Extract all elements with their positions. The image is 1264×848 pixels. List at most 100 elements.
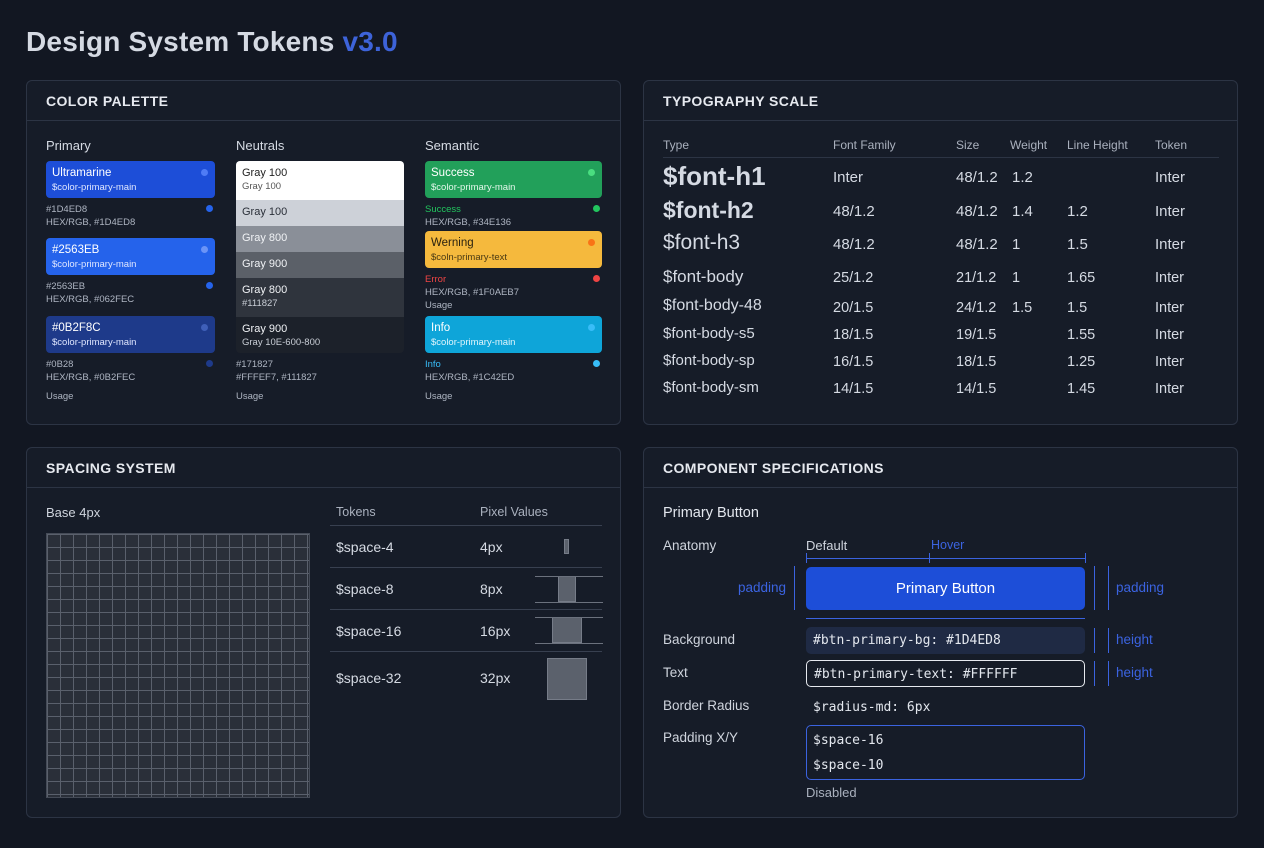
- swatch-name: Ultramarine: [52, 167, 112, 179]
- info-hex: HEX/RGB, #1C42ED: [425, 372, 515, 383]
- swatch-hex: #2563EB: [46, 281, 86, 292]
- th-token: Token: [1155, 138, 1188, 152]
- swatch-ultramarine[interactable]: Ultramarine $color-primary-main: [46, 161, 215, 198]
- height-guide: [1108, 661, 1109, 686]
- swatch-name: #2563EB: [52, 244, 100, 256]
- primary-column-title: Primary: [46, 138, 91, 153]
- type-cell-weight: 1.5: [1012, 299, 1033, 316]
- width-guide: [806, 618, 1085, 619]
- type-cell-weight: 1: [1012, 236, 1021, 253]
- space-token: $space-4: [336, 539, 394, 555]
- padding-right-annotation: padding: [1116, 580, 1165, 595]
- type-cell-token: Inter: [1155, 168, 1186, 186]
- swatch-rgb: HEX/RGB, #1D4ED8: [46, 217, 136, 228]
- guide-tick: [1085, 553, 1086, 563]
- spacing-base: Base 4px: [46, 505, 101, 520]
- neutral-gray-900[interactable]: Gray 900: [236, 252, 404, 278]
- type-cell-token: Inter: [1155, 299, 1185, 316]
- space-value: 8px: [480, 581, 503, 597]
- type-cell-size: 21/1.2: [956, 270, 997, 287]
- neutrals-usage-label: Usage: [236, 391, 264, 402]
- swatch-success[interactable]: Success $color-primary-main: [425, 161, 602, 198]
- neutral-gray-100b[interactable]: Gray 100: [236, 200, 404, 226]
- typography-panel: TYPOGRAPHY SCALE Type Font Family Size W…: [643, 80, 1238, 425]
- status-dot-icon: [206, 205, 213, 212]
- error-meta: Error HEX/RGB, #1F0AEB7 Usage: [425, 273, 519, 312]
- spacing-title: SPACING SYSTEM: [27, 448, 620, 488]
- swatch-hex: #1D4ED8: [46, 204, 88, 215]
- status-dot-icon: [593, 360, 600, 367]
- swatch-token: $color-primary-main: [431, 182, 516, 193]
- primary-button-preview[interactable]: Primary Button: [806, 567, 1085, 610]
- success-hex: HEX/RGB, #34E136: [425, 217, 512, 228]
- neutral-sub: #111827: [242, 298, 278, 309]
- padding-guide: [794, 566, 795, 610]
- page-title-text: Design System Tokens: [26, 26, 335, 57]
- neutral-gray-900b[interactable]: Gray 900 Gray 10E-600-800: [236, 317, 404, 353]
- swatch-meta: #0B28 HEX/RGB, #0B2FEC: [46, 358, 135, 384]
- neutral-gray-800[interactable]: Gray 800: [236, 226, 404, 252]
- neutrals-meta-line2: #FFFEF7, #111827: [236, 372, 317, 383]
- swatch-dot-icon: [588, 324, 595, 331]
- swatch-warning[interactable]: Werning $coln-primary-text: [425, 231, 602, 268]
- primary-usage-label: Usage: [46, 391, 74, 402]
- padding-guide: [1094, 566, 1095, 610]
- bg-token-field[interactable]: #btn-primary-bg: #1D4ED8: [806, 627, 1085, 654]
- status-dot-icon: [593, 205, 600, 212]
- swatch-rgb: HEX/RGB, #062FEC: [46, 294, 135, 305]
- swatch-dot-icon: [588, 239, 595, 246]
- type-cell-size: 18/1.5: [956, 354, 997, 371]
- space-value: 4px: [480, 539, 503, 555]
- anatomy-label: Anatomy: [663, 538, 717, 553]
- component-panel: COMPONENT SPECIFICATIONS Primary Button …: [643, 447, 1238, 818]
- padding-left-annotation: padding: [738, 580, 787, 595]
- swatch-token: $color-primary-main: [52, 337, 137, 348]
- type-cell-type: $font-body-sm: [663, 379, 759, 396]
- success-meta: Success HEX/RGB, #34E136: [425, 203, 511, 229]
- type-cell-size: 19/1.5: [956, 327, 997, 344]
- swatch-0b2f8c[interactable]: #0B2F8C $color-primary-main: [46, 316, 215, 353]
- success-label: Success: [425, 204, 461, 215]
- type-cell-size: 48/1.2: [956, 203, 998, 220]
- th-family: Font Family: [833, 138, 896, 152]
- swatch-info[interactable]: Info $color-primary-main: [425, 316, 602, 353]
- swatch-name: Werning: [431, 237, 474, 249]
- text-token-field[interactable]: #btn-primary-text: #FFFFFF: [806, 660, 1085, 687]
- neutral-sub: Gray 10E-600-800: [242, 337, 321, 348]
- th-tokens: Tokens: [336, 505, 376, 519]
- text-label: Text: [663, 665, 688, 680]
- space-token: $space-8: [336, 581, 394, 597]
- swatch-meta: #1D4ED8 HEX/RGB, #1D4ED8: [46, 203, 135, 229]
- neutral-sub: Gray 100: [242, 181, 282, 192]
- swatch-hex: #0B28: [46, 359, 74, 370]
- type-cell-type: $font-body-48: [663, 297, 762, 314]
- swatch-token: $color-primary-main: [52, 182, 137, 193]
- background-label: Background: [663, 632, 736, 647]
- type-cell-family: 20/1.5: [833, 299, 874, 316]
- color-palette-title: COLOR PALETTE: [27, 81, 620, 121]
- type-cell-family: 16/1.5: [833, 354, 874, 371]
- space-4-swatch: [564, 539, 569, 554]
- table-divider: [663, 157, 1219, 158]
- neutral-gray-100[interactable]: Gray 100 Gray 100: [236, 161, 404, 200]
- type-cell-family: 48/1.2: [833, 203, 875, 220]
- height-guide: [1094, 661, 1095, 686]
- type-cell-token: Inter: [1155, 327, 1185, 344]
- row-divider: [330, 609, 602, 610]
- padding-token-box[interactable]: $space-16 $space-10: [806, 725, 1085, 780]
- type-cell-type: $font-h3: [663, 231, 741, 254]
- type-cell-type: $font-body-s5: [663, 325, 755, 342]
- neutrals-meta-line1: #171827: [236, 359, 273, 370]
- space-32-swatch: [547, 658, 587, 700]
- neutral-name: Gray 800: [242, 232, 288, 244]
- space-token: $space-16: [336, 623, 402, 639]
- swatch-dot-icon: [201, 169, 208, 176]
- neutral-name: Gray 900: [242, 258, 288, 270]
- neutral-gray-800b[interactable]: Gray 800 #111827: [236, 278, 404, 317]
- swatch-name: Success: [431, 167, 475, 179]
- row-divider: [330, 651, 602, 652]
- swatch-2563eb[interactable]: #2563EB $color-primary-main: [46, 238, 215, 275]
- neutral-name: Gray 100: [242, 206, 288, 218]
- guide-line: [535, 617, 603, 618]
- guide-line: [535, 643, 603, 644]
